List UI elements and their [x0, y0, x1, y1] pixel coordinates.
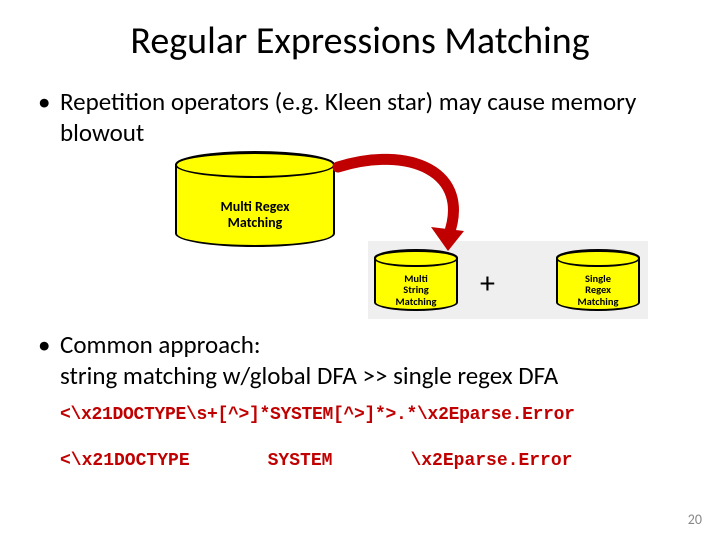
- code-part-2: SYSTEM: [268, 451, 333, 471]
- cylinder-multi-regex: Multi Regex Matching: [175, 151, 335, 247]
- cylinder-multi-string: Multi String Matching: [374, 249, 458, 311]
- code-part-1: <\x21DOCTYPE: [60, 451, 190, 471]
- code-parts-row: <\x21DOCTYPE SYSTEM \x2Eparse.Error: [0, 451, 720, 471]
- slide-title: Regular Expressions Matching: [0, 0, 720, 64]
- bullet-1: Repetition operators (e.g. Kleen star) m…: [0, 86, 720, 149]
- arrow-icon: [328, 151, 498, 261]
- plus-sign: +: [480, 265, 495, 302]
- code-full-line: <\x21DOCTYPE\s+[^>]*SYSTEM[^>]*>.*\x2Epa…: [0, 405, 720, 425]
- code-full: <\x21DOCTYPE\s+[^>]*SYSTEM[^>]*>.*\x2Epa…: [60, 405, 575, 425]
- cylinder-single-regex: Single Regex Matching: [556, 249, 640, 311]
- cylinder-multi-string-label: Multi String Matching: [376, 273, 456, 308]
- slide-number: 20: [688, 511, 702, 528]
- cylinder-multi-regex-label: Multi Regex Matching: [177, 199, 333, 231]
- code-part-3: \x2Eparse.Error: [410, 451, 572, 471]
- bullet-2: Common approach: string matching w/globa…: [0, 329, 720, 392]
- diagram: Multi Regex Matching Multi String Matchi…: [0, 149, 720, 329]
- cylinder-single-regex-label: Single Regex Matching: [558, 273, 638, 308]
